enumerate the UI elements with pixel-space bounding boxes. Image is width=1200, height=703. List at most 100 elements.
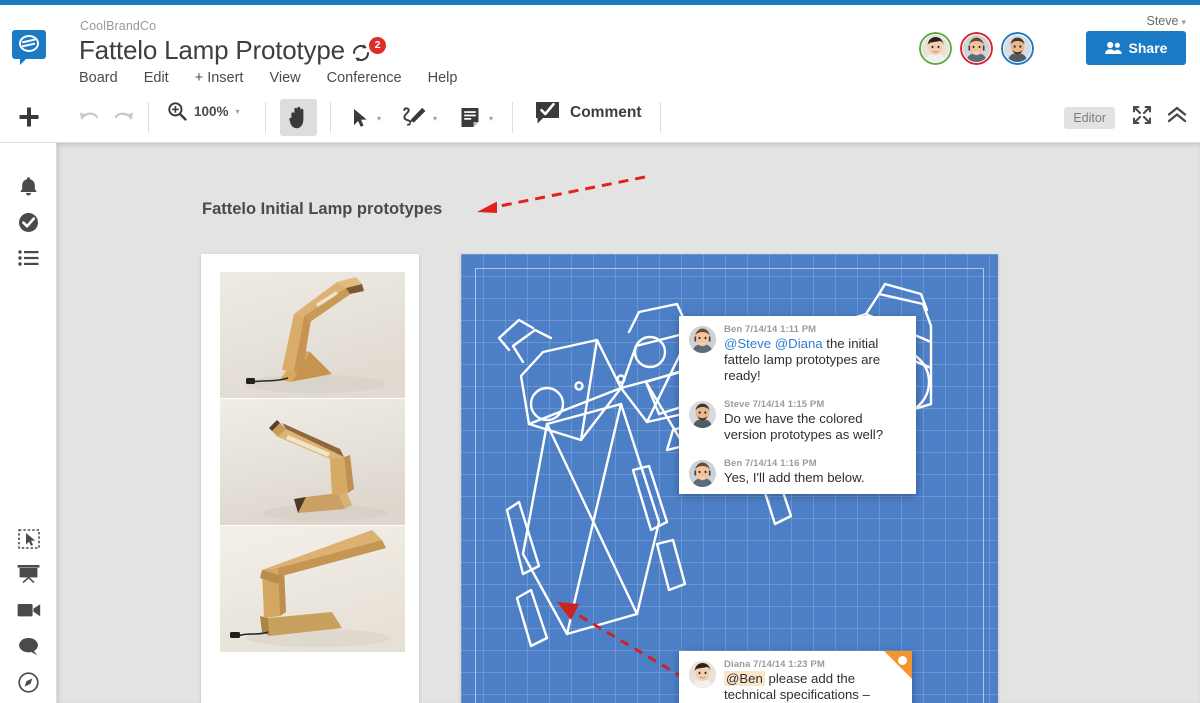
chevron-down-icon: ▾ <box>1181 17 1186 27</box>
comment-button[interactable]: Comment <box>535 101 641 125</box>
comment-body: Diana 7/14/14 1:23 PM @Ben please add th… <box>724 659 901 703</box>
sidebar-item-chat[interactable] <box>0 629 57 663</box>
magnifier-plus-icon <box>167 101 187 121</box>
avatar <box>689 460 716 487</box>
comment-message: Steve 7/14/14 1:15 PM Do we have the col… <box>679 391 916 450</box>
zoom-control[interactable]: 100% ▾ <box>167 101 240 121</box>
hand-tool-button[interactable] <box>280 99 317 136</box>
expand-arrows-icon <box>1133 106 1151 124</box>
collaborator-avatars <box>919 32 1034 65</box>
red-dashed-arrow-to-title <box>469 171 654 221</box>
lamp-photo-flat-extended <box>220 526 405 652</box>
hand-pan-icon <box>288 106 310 129</box>
chevron-down-icon: ▾ <box>236 107 240 116</box>
sidebar-item-select-area[interactable] <box>0 522 57 556</box>
avatar <box>689 326 716 353</box>
mention-ben[interactable]: @Ben <box>724 671 765 686</box>
chat-bubble-icon <box>18 637 40 656</box>
check-circle-icon <box>18 212 39 233</box>
select-tool-button[interactable] <box>342 99 379 136</box>
people-icon <box>1105 41 1122 55</box>
avatar-steve[interactable] <box>1001 32 1034 65</box>
comment-meta: Ben 7/14/14 1:11 PM <box>724 324 905 335</box>
note-tool-dropdown[interactable]: ▾ <box>489 114 493 123</box>
avatar-ben[interactable] <box>960 32 993 65</box>
board-canvas[interactable]: Fattelo Initial Lamp prototypes <box>57 143 1200 703</box>
sidebar-item-notifications[interactable] <box>0 169 57 203</box>
avatar-status-ring <box>919 32 952 65</box>
toolbar-divider <box>265 102 266 133</box>
share-button[interactable]: Share <box>1086 31 1186 65</box>
unread-flag-icon <box>884 651 912 679</box>
collapse-toolbar-button[interactable] <box>1167 106 1187 124</box>
comment-message: Ben 7/14/14 1:16 PM Yes, I'll add them b… <box>679 450 916 494</box>
add-button[interactable] <box>15 99 43 135</box>
pen-draw-icon <box>401 106 429 130</box>
comment-button-label: Comment <box>570 104 641 122</box>
redo-arrow-icon <box>113 108 135 126</box>
comment-body: Ben 7/14/14 1:11 PM @Steve @Diana the in… <box>724 324 905 384</box>
logo-tail <box>20 57 28 65</box>
sidebar-item-tasks[interactable] <box>0 205 57 239</box>
toolbar-divider <box>660 102 661 133</box>
comment-thread-top[interactable]: Ben 7/14/14 1:11 PM @Steve @Diana the in… <box>679 316 916 494</box>
avatar-diana[interactable] <box>919 32 952 65</box>
avatar <box>689 401 716 428</box>
bell-icon <box>19 176 38 197</box>
sync-status-button[interactable]: 2 <box>349 41 389 69</box>
brand-name: CoolBrandCo <box>80 19 156 33</box>
menu-item-edit[interactable]: Edit <box>144 70 169 86</box>
menu-item-view[interactable]: View <box>269 70 300 86</box>
pen-tool-dropdown[interactable]: ▾ <box>433 114 437 123</box>
app-logo[interactable] <box>12 30 46 64</box>
plus-icon <box>18 106 40 128</box>
menu-item-help[interactable]: Help <box>428 70 458 86</box>
editor-mode-pill[interactable]: Editor <box>1064 107 1115 129</box>
sidebar-item-video[interactable] <box>0 593 57 627</box>
toolbar-divider <box>148 102 149 133</box>
sidebar-item-list[interactable] <box>0 241 57 275</box>
menu-item-insert[interactable]: + Insert <box>195 70 244 86</box>
comment-meta: Steve 7/14/14 1:15 PM <box>724 399 905 410</box>
undo-arrow-icon <box>78 108 100 126</box>
undo-button[interactable] <box>78 108 100 126</box>
mention-steve[interactable]: @Steve <box>724 336 771 351</box>
pen-tool-button[interactable] <box>396 99 433 136</box>
comment-text: @Ben please add the technical specificat… <box>724 671 901 703</box>
marquee-select-icon <box>18 529 40 549</box>
unread-flag-dot <box>898 656 907 665</box>
presentation-icon <box>17 564 40 584</box>
menu-bar: Board Edit + Insert View Conference Help <box>79 70 457 86</box>
comment-body: Steve 7/14/14 1:15 PM Do we have the col… <box>724 399 905 443</box>
comment-meta: Ben 7/14/14 1:16 PM <box>724 458 905 469</box>
menu-item-conference[interactable]: Conference <box>327 70 402 86</box>
main-toolbar: 100% ▾ ▾ ▾ <box>0 92 1200 143</box>
toolbar-divider <box>512 102 513 133</box>
app-header: CoolBrandCo Fattelo Lamp Prototype 2 Boa… <box>0 5 1200 92</box>
note-tool-button[interactable] <box>452 99 489 136</box>
comment-text: Yes, I'll add them below. <box>724 470 905 486</box>
avatar-status-ring <box>960 32 993 65</box>
left-sidebar <box>0 143 57 703</box>
redo-button[interactable] <box>113 108 135 126</box>
select-tool-dropdown[interactable]: ▾ <box>377 114 381 123</box>
fullscreen-button[interactable] <box>1133 106 1151 124</box>
lamp-photo-card[interactable] <box>201 254 419 703</box>
menu-item-board[interactable]: Board <box>79 70 118 86</box>
mention-diana[interactable]: @Diana <box>775 336 823 351</box>
user-menu[interactable]: Steve▾ <box>1147 14 1187 28</box>
zoom-level-value: 100% <box>194 104 229 119</box>
whiteboard-app: CoolBrandCo Fattelo Lamp Prototype 2 Boa… <box>0 0 1200 703</box>
cursor-arrow-icon <box>352 108 369 128</box>
comment-text: Do we have the colored version prototype… <box>724 411 905 443</box>
comment-thread-bottom[interactable]: Diana 7/14/14 1:23 PM @Ben please add th… <box>679 651 912 703</box>
sidebar-item-navigate[interactable] <box>0 665 57 699</box>
sticky-note-icon <box>460 107 481 129</box>
lamp-photo-angled-open <box>220 272 405 398</box>
sidebar-item-presentation[interactable] <box>0 557 57 591</box>
list-icon <box>18 250 39 266</box>
share-button-label: Share <box>1129 40 1168 56</box>
comment-message: Ben 7/14/14 1:11 PM @Steve @Diana the in… <box>679 316 916 391</box>
sync-badge-count: 2 <box>369 37 386 54</box>
avatar <box>689 661 716 688</box>
